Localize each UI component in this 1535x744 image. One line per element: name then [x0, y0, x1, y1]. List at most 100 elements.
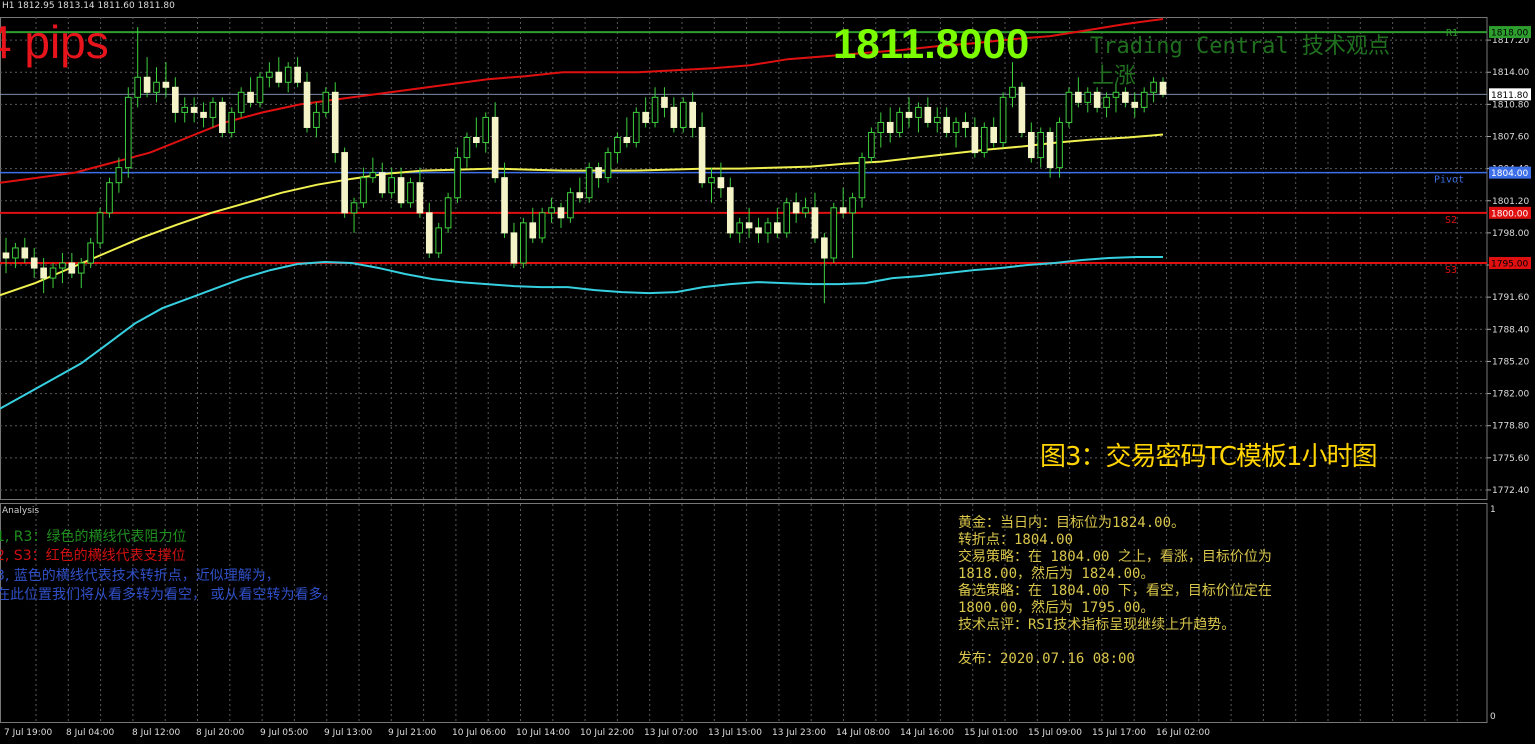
candle-bull: [604, 152, 612, 179]
candle-bear: [200, 111, 207, 118]
x-tick-label: 9 Jul 21:00: [388, 728, 437, 738]
x-tick-label: 13 Jul 07:00: [644, 728, 698, 738]
trading-central-title: Trading Central 技术观点: [1090, 34, 1390, 59]
candle-bull: [237, 91, 245, 113]
candle-bear: [924, 106, 932, 123]
candle-bear: [1122, 91, 1129, 103]
candle-bear: [501, 177, 508, 234]
x-tick-label: 8 Jul 04:00: [66, 728, 115, 738]
candle-bear: [745, 222, 753, 229]
candle-bear: [726, 187, 734, 234]
candle-bull: [77, 262, 85, 274]
candle-bear: [595, 167, 602, 179]
candle-bear: [510, 232, 518, 264]
candle-bull: [369, 172, 377, 179]
candle-bear: [886, 121, 894, 133]
figure-caption: 图3：交易密码TC模板1小时图: [1040, 442, 1378, 472]
candle-bull: [454, 157, 461, 199]
candle-bear: [162, 81, 170, 88]
analysis-line: 1800.00，然后为 1795.00。: [958, 600, 1155, 616]
candle-bull: [1037, 131, 1045, 159]
candle-bear: [717, 177, 725, 189]
candle-bear: [473, 137, 480, 144]
x-tick-label: 14 Jul 08:00: [836, 728, 890, 738]
x-tick-label: 13 Jul 15:00: [708, 728, 762, 738]
sub-panel-title: Analysis: [2, 506, 40, 516]
candle-bull: [1009, 86, 1016, 98]
candle-bear: [698, 126, 706, 184]
chart-frame: [0, 17, 1488, 500]
candle-bear: [689, 101, 696, 128]
candle-bull: [256, 76, 264, 103]
candle-bear: [576, 192, 584, 199]
candle-bear: [303, 81, 311, 128]
candle-bull: [322, 91, 330, 113]
trading-central-view: 上涨: [1092, 64, 1137, 89]
candle-bull: [1056, 121, 1063, 169]
y-tick-label: 1807.60: [1492, 132, 1529, 142]
level-label-s2: S2: [1445, 215, 1457, 226]
candle-bear: [171, 86, 179, 113]
sub-panel-max: 1: [1490, 505, 1496, 515]
pips-label: 4 pips: [0, 16, 109, 68]
candle-bull: [12, 247, 19, 259]
candle-bull: [538, 212, 546, 239]
candle-bull: [679, 101, 687, 128]
level-label-r1: R1: [1446, 28, 1458, 39]
candle-bear: [1018, 86, 1026, 133]
candle-bull: [313, 111, 320, 128]
candle-bear: [557, 207, 565, 219]
candle-bull: [1112, 91, 1120, 98]
price-tag-text-r1: 1818.00: [1491, 29, 1528, 39]
price-tag-text-s3: 1795.00: [1491, 260, 1528, 270]
x-tick-label: 8 Jul 12:00: [132, 728, 181, 738]
candle-bear: [21, 247, 29, 259]
candle-bear: [670, 106, 678, 128]
candle-bull: [134, 76, 142, 98]
analysis-line: 发布：2020.07.16 08:00: [958, 651, 1135, 667]
candle-bear: [839, 207, 847, 214]
candle-bear: [1093, 91, 1101, 108]
analysis-line: 技术点评：RSI技术指标呈现继续上升趋势。: [958, 617, 1236, 633]
y-tick-label: 1782.00: [1492, 390, 1529, 400]
candle-bear: [642, 111, 649, 123]
candle-bear: [143, 76, 151, 93]
candle-bull: [284, 66, 292, 83]
analysis-line: 1818.00，然后为 1824.00。: [958, 566, 1155, 582]
x-tick-label: 16 Jul 02:00: [1156, 728, 1210, 738]
candle-bear: [774, 222, 781, 234]
candle-bull: [407, 182, 414, 204]
candle-bear: [943, 116, 950, 133]
x-tick-label: 15 Jul 09:00: [1028, 728, 1082, 738]
candle-bear: [397, 177, 405, 204]
moving-average-line: [0, 133, 1164, 297]
candle-bull: [124, 96, 132, 169]
candle-bull: [764, 222, 772, 234]
candle-bull: [153, 81, 160, 93]
y-tick-label: 1778.80: [1492, 422, 1529, 432]
candle-bull: [482, 116, 490, 144]
candle-bull: [1103, 96, 1110, 108]
x-tick-label: 10 Jul 06:00: [452, 728, 506, 738]
x-tick-label: 9 Jul 13:00: [324, 728, 373, 738]
candle-bear: [275, 71, 283, 83]
x-tick-label: 9 Jul 05:00: [260, 728, 309, 738]
y-tick-label: 1814.00: [1492, 68, 1529, 78]
legend-pivot: 3, 蓝色的横线代表技术转折点，近似理解为，: [0, 568, 280, 584]
candle-bear: [190, 106, 198, 113]
candle-bull: [59, 262, 66, 269]
candle-bear: [416, 182, 424, 214]
x-tick-label: 15 Jul 17:00: [1092, 728, 1146, 738]
candle-bear: [623, 137, 631, 144]
candle-bull: [980, 126, 988, 154]
candle-bear: [331, 91, 339, 154]
candle-bear: [68, 262, 76, 274]
candle-bull: [632, 111, 640, 144]
candle-bear: [219, 101, 226, 133]
candle-bear: [755, 227, 762, 234]
candle-bull: [350, 202, 358, 214]
candle-bull: [849, 197, 856, 214]
candle-bull: [266, 71, 273, 78]
candle-bull: [585, 167, 593, 199]
candle-bull: [614, 137, 621, 154]
